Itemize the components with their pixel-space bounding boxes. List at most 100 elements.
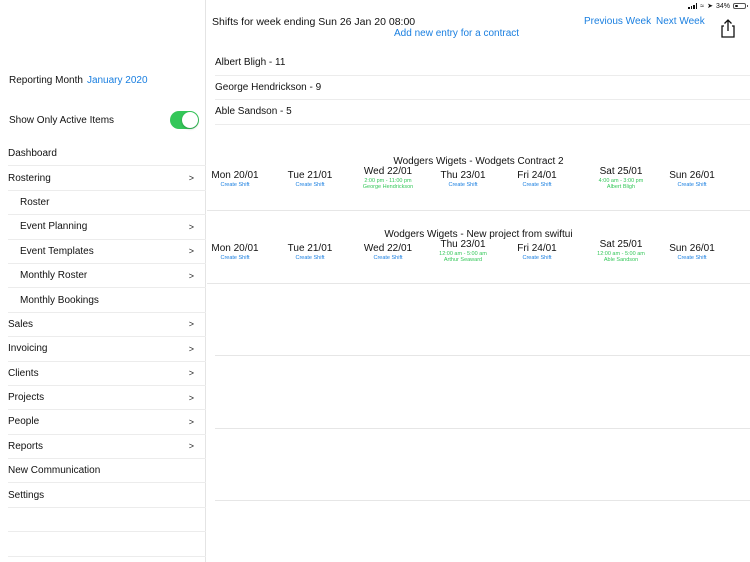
contract-row: Wodgers Wigets - New project from swiftu… xyxy=(207,212,750,284)
day-cell: Sun 26/01 Create Shift xyxy=(657,243,727,261)
day-cell: Fri 24/01 Create Shift xyxy=(502,170,572,188)
people-list: Albert Bligh - 11 George Hendrickson - 9A… xyxy=(215,51,750,149)
create-shift-button[interactable]: Create Shift xyxy=(200,255,270,261)
person-row[interactable]: George Hendrickson - 9 xyxy=(215,76,750,100)
reporting-month-value[interactable]: January 2020 xyxy=(87,75,148,86)
sidebar-item-label: Roster xyxy=(20,196,50,208)
sidebar-item-projects[interactable]: Projects > xyxy=(8,386,206,411)
chevron-right-icon: > xyxy=(188,173,194,184)
show-active-label: Show Only Active Items xyxy=(9,115,115,126)
sidebar-item-reports[interactable]: Reports > xyxy=(8,435,206,460)
create-shift-button[interactable]: Create Shift xyxy=(275,255,345,261)
day-label: Fri 24/01 xyxy=(517,170,557,181)
create-shift-button[interactable]: Create Shift xyxy=(353,255,423,261)
shift-assignee[interactable]: George Hendrickson xyxy=(353,184,423,190)
sidebar-item-label: New Communication xyxy=(8,465,101,477)
day-cell: Sun 26/01 Create Shift xyxy=(657,170,727,188)
reporting-month-label: Reporting Month xyxy=(9,75,83,86)
day-label: Fri 24/01 xyxy=(517,243,557,254)
contract-name: Wodgers Wigets - Wodgets Contract 2 xyxy=(393,156,564,167)
sidebar-empty-row xyxy=(8,508,206,533)
sidebar-item-event-templates[interactable]: Event Templates > xyxy=(8,240,206,264)
sidebar: Reporting Month January 2020 Show Only Ac… xyxy=(0,0,206,562)
create-shift-button[interactable]: Create Shift xyxy=(428,182,498,188)
toggle-knob xyxy=(182,112,198,128)
day-label: Mon 20/01 xyxy=(211,243,259,254)
sidebar-item-label: Event Templates xyxy=(20,245,94,257)
sidebar-item-label: People xyxy=(8,416,40,428)
chevron-right-icon: > xyxy=(188,221,194,232)
sidebar-menu: Dashboard Rostering > Roster Event Planning >… xyxy=(0,142,206,557)
main-content: Shifts for week ending Sun 26 Jan 20 08:… xyxy=(207,0,750,562)
day-cell: Wed 22/01 2:00 pm - 11:00 pm George Hendri… xyxy=(353,166,423,190)
day-label: Tue 21/01 xyxy=(287,243,333,254)
day-label: Mon 20/01 xyxy=(211,170,259,181)
sidebar-item-rostering[interactable]: Rostering > xyxy=(8,166,206,191)
sidebar-item-label: Event Planning xyxy=(20,221,88,233)
sidebar-item-monthly-roster[interactable]: Monthly Roster > xyxy=(8,264,206,289)
day-label: Tue 21/01 xyxy=(287,170,333,181)
week-title: Shifts for week ending Sun 26 Jan 20 08:… xyxy=(212,16,416,28)
day-label: Sun 26/01 xyxy=(669,243,715,254)
share-icon[interactable] xyxy=(719,18,737,38)
contract-row: Wodgers Wigets - Wodgets Contract 2 Mon 2… xyxy=(207,139,750,211)
sidebar-item-label: Rostering xyxy=(8,172,51,184)
chevron-right-icon: > xyxy=(188,416,194,427)
sidebar-item-label: Projects xyxy=(8,392,45,404)
day-cell: Wed 22/01 Create Shift xyxy=(353,243,423,261)
day-label: Sun 26/01 xyxy=(669,170,715,181)
next-week-button[interactable]: Next Week xyxy=(656,16,705,27)
create-shift-button[interactable]: Create Shift xyxy=(657,182,727,188)
day-cell: Sat 25/01 4:00 am - 3:00 pm Albert Bligh xyxy=(586,166,656,190)
day-label: Wed 22/01 xyxy=(363,166,413,177)
previous-week-button[interactable]: Previous Week xyxy=(584,16,651,27)
chevron-right-icon: > xyxy=(188,368,194,379)
sidebar-empty-row xyxy=(8,532,206,557)
shift-assignee[interactable]: Albert Bligh xyxy=(586,184,656,190)
sidebar-item-settings[interactable]: Settings xyxy=(8,483,206,508)
sidebar-item-new-communication[interactable]: New Communication xyxy=(8,459,206,484)
chevron-right-icon: > xyxy=(188,441,194,452)
sidebar-item-label: Invoicing xyxy=(8,343,48,355)
sidebar-item-label: Settings xyxy=(8,489,45,501)
day-cell: Tue 21/01 Create Shift xyxy=(275,170,345,188)
create-shift-button[interactable]: Create Shift xyxy=(502,182,572,188)
day-label: Wed 22/01 xyxy=(363,243,413,254)
chevron-right-icon: > xyxy=(188,246,194,257)
shift-assignee[interactable]: Able Sandson xyxy=(586,257,656,263)
sidebar-item-label: Dashboard xyxy=(8,148,57,160)
person-row[interactable]: Albert Bligh - 11 xyxy=(215,51,750,76)
day-cell: Thu 23/01 12:00 am - 5:00 am Arthur Seawar… xyxy=(428,239,498,263)
chevron-right-icon: > xyxy=(188,270,194,281)
sidebar-item-dashboard[interactable]: Dashboard xyxy=(8,142,206,167)
empty-row xyxy=(215,283,750,356)
create-shift-button[interactable]: Create Shift xyxy=(200,182,270,188)
day-label: Sat 25/01 xyxy=(599,166,643,177)
chevron-right-icon: > xyxy=(188,392,194,403)
empty-row xyxy=(215,428,750,501)
shift-assignee[interactable]: Arthur Seaward xyxy=(428,257,498,263)
empty-row xyxy=(215,356,750,429)
create-shift-button[interactable]: Create Shift xyxy=(275,182,345,188)
create-shift-button[interactable]: Create Shift xyxy=(657,255,727,261)
day-cell: Mon 20/01 Create Shift xyxy=(200,243,270,261)
sidebar-item-invoicing[interactable]: Invoicing > xyxy=(8,337,206,362)
show-active-toggle[interactable] xyxy=(170,111,199,129)
day-label: Sat 25/01 xyxy=(599,239,643,250)
create-shift-button[interactable]: Create Shift xyxy=(502,255,572,261)
chevron-right-icon: > xyxy=(188,343,194,354)
sidebar-item-sales[interactable]: Sales > xyxy=(8,313,206,338)
day-label: Thu 23/01 xyxy=(440,239,486,250)
sidebar-item-people[interactable]: People > xyxy=(8,410,206,435)
day-cell: Tue 21/01 Create Shift xyxy=(275,243,345,261)
sidebar-item-clients[interactable]: Clients > xyxy=(8,362,206,386)
day-cell: Fri 24/01 Create Shift xyxy=(502,243,572,261)
add-entry-link[interactable]: Add new entry for a contract xyxy=(394,28,519,39)
person-row[interactable]: Able Sandson - 5 xyxy=(215,100,750,125)
sidebar-item-event-planning[interactable]: Event Planning > xyxy=(8,215,206,240)
day-cell: Sat 25/01 12:00 am - 5:00 am Able Sandson xyxy=(586,239,656,263)
sidebar-item-roster[interactable]: Roster xyxy=(8,191,206,216)
chevron-right-icon: > xyxy=(188,319,194,330)
sidebar-item-monthly-bookings[interactable]: Monthly Bookings xyxy=(8,288,206,313)
sidebar-item-label: Monthly Roster xyxy=(20,270,88,282)
